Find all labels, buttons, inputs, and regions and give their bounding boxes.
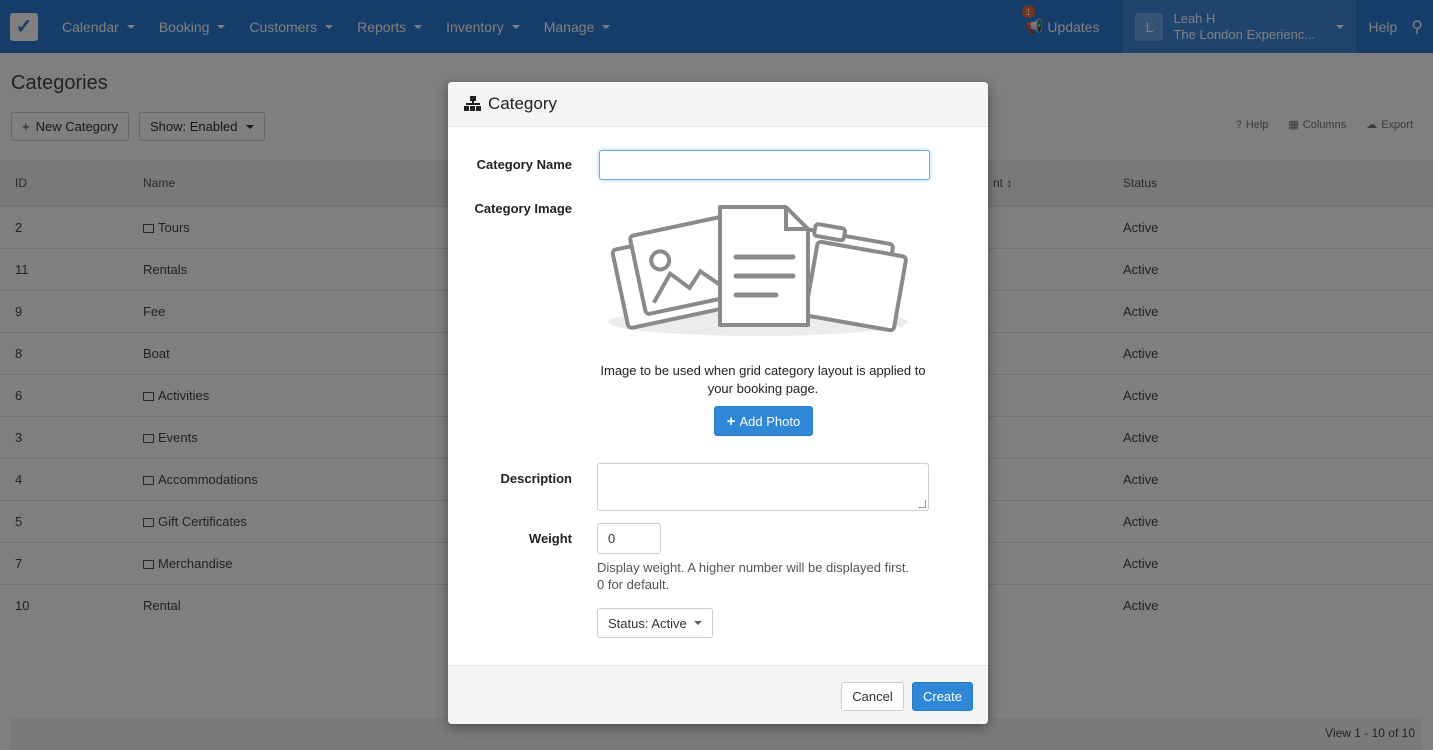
caret-down-icon xyxy=(693,621,702,625)
image-help-text: Image to be used when grid category layo… xyxy=(600,363,926,396)
cancel-button[interactable]: Cancel xyxy=(841,682,904,711)
create-button[interactable]: Create xyxy=(912,682,973,711)
description-textarea[interactable] xyxy=(597,463,929,511)
description-label: Description xyxy=(500,471,572,486)
weight-input[interactable]: 0 xyxy=(597,523,661,554)
status-label: Status: Active xyxy=(608,615,687,631)
sitemap-icon xyxy=(464,96,482,112)
weight-help-line1: Display weight. A higher number will be … xyxy=(597,560,910,575)
weight-label: Weight xyxy=(528,531,572,546)
weight-help-line2: 0 for default. xyxy=(597,577,670,592)
add-photo-button[interactable]: + Add Photo xyxy=(714,406,813,436)
image-placeholder-icon[interactable] xyxy=(608,202,918,342)
modal-footer: Cancel Create xyxy=(448,665,988,724)
weight-help-text: Display weight. A higher number will be … xyxy=(597,559,937,593)
resize-grip-icon[interactable] xyxy=(918,500,926,508)
status-dropdown[interactable]: Status: Active xyxy=(597,608,713,638)
modal-title: Category xyxy=(488,94,557,113)
modal-header: Category xyxy=(448,82,988,127)
category-image-label: Category Image xyxy=(474,201,572,216)
add-photo-label: Add Photo xyxy=(739,413,801,429)
category-name-input[interactable] xyxy=(599,150,930,180)
category-modal: Category Category Name Category Image Im… xyxy=(448,82,988,724)
plus-icon: + xyxy=(726,412,736,430)
category-name-label: Category Name xyxy=(476,157,572,172)
